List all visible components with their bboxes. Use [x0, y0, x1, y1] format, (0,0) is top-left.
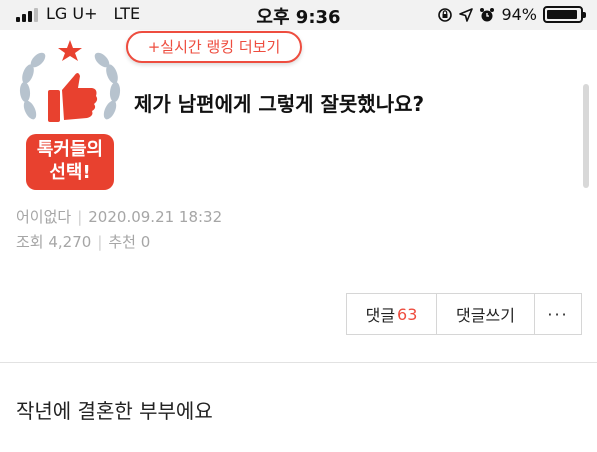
- comments-label: 댓글: [365, 306, 396, 325]
- status-right: 94%: [437, 5, 586, 24]
- comments-button[interactable]: 댓글 63: [347, 294, 437, 334]
- author-name[interactable]: 어이없다: [16, 208, 71, 226]
- post-date: 2020.09.21 18:32: [88, 208, 223, 226]
- thumbs-up-icon: [48, 73, 98, 122]
- location-icon: [459, 7, 474, 22]
- star-icon: [58, 40, 82, 61]
- realtime-ranking-button[interactable]: +실시간 랭킹 더보기: [126, 31, 302, 63]
- meta-separator: |: [97, 233, 103, 251]
- write-comment-button[interactable]: 댓글쓰기: [437, 294, 535, 334]
- view-count: 조회 4,270: [16, 233, 92, 251]
- post-body: 작년에 결혼한 부부에요: [16, 399, 213, 423]
- orientation-lock-icon: [438, 7, 453, 22]
- recommend-count: 추천 0: [108, 233, 151, 251]
- status-bar: LG U+ LTE 오후 9:36 94%: [0, 0, 597, 30]
- laurel-thumb-emblem: [19, 40, 121, 122]
- more-options-button[interactable]: ···: [535, 294, 581, 334]
- talkers-choice-badge: 톡커들의 선택!: [14, 40, 126, 192]
- scroll-indicator: [583, 84, 589, 188]
- post-meta-author-date: 어이없다 | 2020.09.21 18:32: [16, 206, 222, 227]
- content-divider: [0, 362, 597, 363]
- comments-count: 63: [397, 304, 418, 324]
- post-title: 제가 남편에게 그렇게 잘못했나요?: [134, 92, 425, 116]
- badge-line-2: 선택!: [49, 162, 91, 183]
- alarm-icon: [480, 7, 495, 21]
- badge-line-1: 톡커들의: [36, 139, 104, 160]
- battery-percent: 94%: [501, 5, 537, 24]
- post-meta-stats: 조회 4,270 | 추천 0: [16, 231, 150, 252]
- meta-separator: |: [77, 208, 83, 226]
- post-actions: 댓글 63 댓글쓰기 ···: [346, 293, 582, 335]
- battery-icon: [543, 6, 586, 23]
- badge-label: 톡커들의 선택!: [26, 134, 114, 190]
